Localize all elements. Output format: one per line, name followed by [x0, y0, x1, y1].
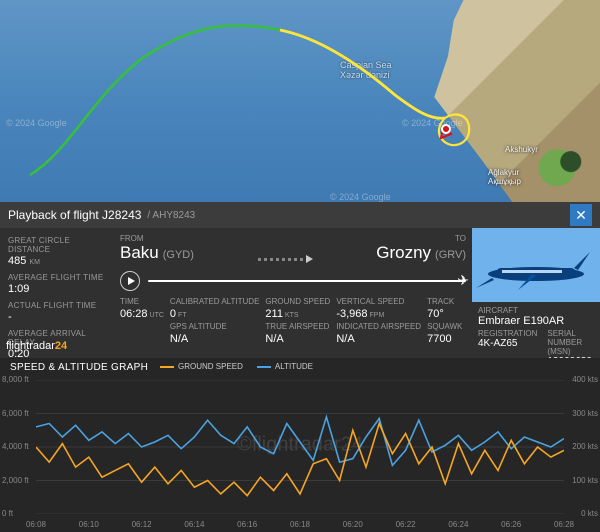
to-code: (GRV) [435, 249, 466, 261]
galt-label: GPS ALTITUDE [170, 322, 260, 331]
playback-controls: ✈ [120, 271, 466, 291]
x-tick: 06:10 [79, 520, 99, 529]
time-label: TIME [120, 297, 164, 306]
tas-label: TRUE AIRSPEED [265, 322, 330, 331]
trk-label: TRACK [427, 297, 466, 306]
gs-label: GROUND SPEED [265, 297, 330, 306]
playback-title: Playback of flight J28243 [8, 208, 141, 222]
speed-altitude-panel: SPEED & ALTITUDE GRAPH GROUND SPEED ALTI… [0, 358, 600, 532]
x-tick: 06:26 [501, 520, 521, 529]
from-city: Baku [120, 243, 159, 262]
ac-reg-value: 4K-AZ65 [478, 338, 537, 349]
x-tick: 06:22 [396, 520, 416, 529]
trk-value: 70° [427, 308, 466, 320]
flight-track-map[interactable]: Caspian Sea Xəzər dənizi Akshukyr Ağlaky… [0, 0, 600, 202]
ac-type-value: Embraer E190AR [478, 315, 594, 327]
actual-ft-label: ACTUAL FLIGHT TIME [8, 301, 110, 310]
y-left-tick: 0 ft [2, 509, 13, 518]
gcd-value: 485 [8, 255, 26, 267]
actual-ft-value: - [8, 311, 110, 323]
legend-alt: ALTITUDE [275, 362, 313, 371]
aircraft-marker [441, 124, 451, 134]
from-label: FROM [120, 234, 194, 243]
gcd-label: GREAT CIRCLE DISTANCE [8, 236, 110, 254]
y-right-tick: 200 kts [572, 442, 598, 451]
y-right-tick: 400 kts [572, 375, 598, 384]
sq-label: SQUAWK [427, 322, 466, 331]
y-left-tick: 8,000 ft [2, 375, 29, 384]
galt-value: N/A [170, 333, 260, 345]
x-tick: 06:20 [343, 520, 363, 529]
calt-label: CALIBRATED ALTITUDE [170, 297, 260, 306]
speed-altitude-chart [36, 380, 564, 514]
aircraft-info: AIRCRAFT Embraer E190AR REGISTRATION 4K-… [472, 302, 600, 358]
flight-stats: GREAT CIRCLE DISTANCE 485 KM AVERAGE FLI… [0, 228, 116, 358]
route-row: FROM Baku (GYD) TO Grozny (GRV) [120, 234, 466, 263]
playback-progress[interactable]: ✈ [148, 280, 466, 282]
route-and-telemetry: FROM Baku (GYD) TO Grozny (GRV) ✈ TIME CAL… [116, 228, 472, 358]
y-left-tick: 2,000 ft [2, 476, 29, 485]
playback-titlebar: Playback of flight J28243 / AHY8243 ✕ [0, 202, 600, 228]
close-icon: ✕ [575, 207, 587, 224]
ac-reg-label: REGISTRATION [478, 329, 537, 338]
ac-type-label: AIRCRAFT [478, 306, 594, 315]
y-right-tick: 300 kts [572, 409, 598, 418]
ias-value: N/A [336, 333, 421, 345]
sq-value: 7700 [427, 333, 466, 345]
tas-value: N/A [265, 333, 330, 345]
play-icon [128, 277, 135, 285]
ac-msn-label: SERIAL NUMBER (MSN) [547, 329, 594, 356]
chart-legend: GROUND SPEED ALTITUDE [160, 362, 313, 371]
to-label: TO [376, 234, 466, 243]
callsign-secondary: / AHY8243 [147, 210, 195, 221]
close-button[interactable]: ✕ [570, 204, 592, 226]
gs-value: 211 [265, 308, 283, 320]
time-value: 06:28 [120, 308, 148, 320]
chart-title: SPEED & ALTITUDE GRAPH [10, 362, 148, 373]
x-tick: 06:24 [448, 520, 468, 529]
brand-logo: flightradar24 [6, 340, 67, 352]
legend-gs: GROUND SPEED [178, 362, 243, 371]
aft-value: 1:09 [8, 283, 110, 295]
to-city: Grozny [376, 243, 431, 262]
ias-label: INDICATED AIRSPEED [336, 322, 421, 331]
from-code: (GYD) [163, 249, 194, 261]
gcd-unit: KM [29, 259, 40, 266]
x-tick: 06:18 [290, 520, 310, 529]
x-tick: 06:16 [237, 520, 257, 529]
route-arrow-icon [206, 255, 364, 263]
x-tick: 06:08 [26, 520, 46, 529]
y-left-tick: 4,000 ft [2, 442, 29, 451]
x-tick: 06:12 [132, 520, 152, 529]
airplane-icon: ✈ [457, 272, 469, 289]
y-right-tick: 0 kts [581, 509, 598, 518]
vs-value: -3,968 [336, 308, 367, 320]
flight-info-panel: GREAT CIRCLE DISTANCE 485 KM AVERAGE FLI… [0, 228, 600, 358]
x-tick: 06:28 [554, 520, 574, 529]
play-button[interactable] [120, 271, 140, 291]
vs-label: VERTICAL SPEED [336, 297, 421, 306]
calt-value: 0 [170, 308, 176, 320]
y-right-tick: 100 kts [572, 476, 598, 485]
x-tick: 06:14 [184, 520, 204, 529]
telemetry-grid: TIME CALIBRATED ALTITUDE GROUND SPEED VE… [120, 297, 466, 345]
y-left-tick: 6,000 ft [2, 409, 29, 418]
flight-path [0, 0, 600, 202]
aft-label: AVERAGE FLIGHT TIME [8, 273, 110, 282]
